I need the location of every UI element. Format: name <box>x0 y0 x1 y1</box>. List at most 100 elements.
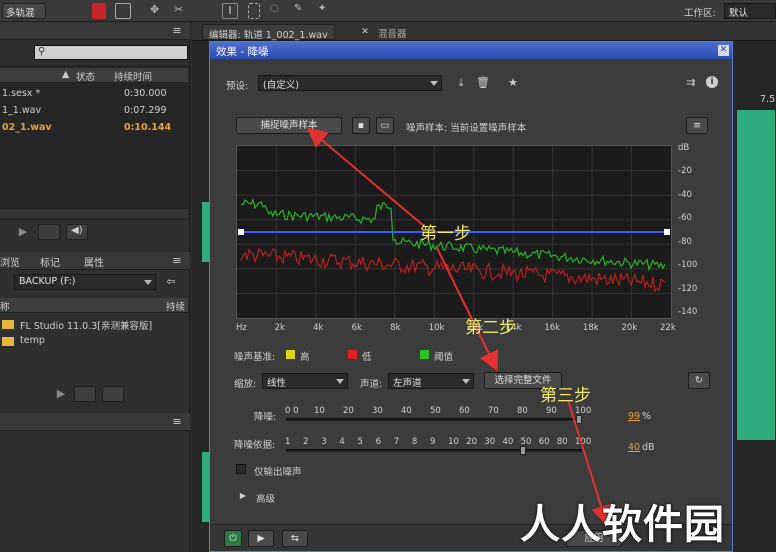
marquee-tool-icon[interactable] <box>248 3 260 19</box>
slider-tick-label: 9 <box>430 437 436 447</box>
file-row-selected[interactable]: 02_1.wav 0:10.144 <box>0 120 188 136</box>
tab-browser[interactable]: 浏览 <box>0 254 20 269</box>
file-name: 02_1.wav <box>2 122 52 133</box>
load-noise-print-button[interactable]: ▭ <box>376 117 394 134</box>
graph-menu-button[interactable]: ≡ <box>686 117 708 134</box>
route-icon[interactable]: ⇉ <box>684 76 698 90</box>
tab-markers[interactable]: 标记 <box>40 254 60 269</box>
favorite-star-icon[interactable]: ★ <box>506 76 520 90</box>
folder-row[interactable]: FL Studio 11.0.3[亲测兼容版] <box>0 316 188 332</box>
loop-button[interactable] <box>38 224 60 240</box>
panel-menu-icon[interactable]: ≡ <box>170 254 184 268</box>
play-icon[interactable]: ▶ <box>16 225 30 239</box>
hz-tick-label: 4k <box>313 323 324 333</box>
legend-threshold-swatch <box>420 350 429 359</box>
tab-mixer[interactable]: 混音器 <box>372 24 413 40</box>
dialog-title-bar[interactable]: 效果 - 降噪 <box>210 42 732 59</box>
file-row[interactable]: 1_1.wav 0:07.299 <box>0 103 188 119</box>
media-column-header: 称 持续 <box>0 298 188 313</box>
play-icon[interactable]: ▶ <box>54 387 68 401</box>
tab-properties[interactable]: 属性 <box>84 254 104 269</box>
duration-column-header[interactable]: 持续 <box>166 299 185 313</box>
loop-preview-button[interactable]: ⇆ <box>282 530 308 547</box>
status-column-header[interactable]: 状态 <box>76 69 95 83</box>
tab-editor[interactable]: 编辑器: 轨道 1_002_1.wav <box>202 24 335 41</box>
slider-tick-label: 80 <box>517 406 528 416</box>
files-toolbar: ▶ ◀) <box>0 220 188 244</box>
annotation-step2: 第二步 <box>465 318 516 338</box>
time-selection-tool-icon[interactable]: I <box>222 3 238 19</box>
advanced-label[interactable]: 高级 <box>256 491 275 505</box>
file-name: 1.sesx * <box>2 88 41 99</box>
legend-low-swatch <box>348 350 357 359</box>
drive-select[interactable]: BACKUP (F:) <box>14 274 156 290</box>
close-icon[interactable]: ✕ <box>718 45 729 56</box>
save-noise-print-button[interactable]: ▪ <box>352 117 370 134</box>
info-icon[interactable]: i <box>706 76 718 88</box>
db-tick-label: -100 <box>678 260 698 271</box>
search-icon: ⚲ <box>38 46 46 57</box>
slider-tick-label: 10 <box>314 406 325 416</box>
autoplay-button[interactable]: ◀) <box>66 224 88 240</box>
files-panel-header: ≡ <box>0 22 190 40</box>
watermark-text: 人人软件园 <box>520 502 725 548</box>
noise-sample-status: 噪声样本: 当前设置噪声样本 <box>406 123 527 134</box>
power-toggle-button[interactable]: ⏻ <box>224 530 242 547</box>
panel-menu-icon[interactable]: ≡ <box>170 415 184 429</box>
spot-healing-tool-icon[interactable]: ✦ <box>318 3 332 19</box>
back-arrow-icon[interactable]: ⇦ <box>164 275 178 289</box>
duration-column-header[interactable]: 持续时间 <box>114 69 152 83</box>
hz-tick-label: 20k <box>621 323 638 333</box>
close-icon[interactable]: ✕ <box>358 25 372 39</box>
spectral-toggle-icon[interactable] <box>92 3 106 19</box>
db-tick-label: -120 <box>678 283 698 294</box>
file-row[interactable]: 1.sesx * 0:30.000 <box>0 86 188 102</box>
ruler-value: 7.5 <box>760 94 776 105</box>
preset-select[interactable]: (自定义) <box>258 75 442 91</box>
preview-play-button[interactable]: ▶ <box>248 530 274 547</box>
razor-tool-icon[interactable]: ✂ <box>174 3 188 19</box>
workspace-select[interactable]: 默认 <box>724 3 776 19</box>
panel-menu-icon[interactable]: ≡ <box>170 24 184 38</box>
reduce-by-slider-knob[interactable] <box>520 446 527 455</box>
hz-tick-label: 2k <box>274 323 285 333</box>
scale-select[interactable]: 线性 <box>262 373 348 389</box>
sort-icon[interactable]: ▲ <box>62 69 69 80</box>
reduction-slider-knob[interactable] <box>576 415 583 424</box>
reduce-by-value[interactable]: 40 <box>628 442 640 453</box>
slider-tick-label: 80 <box>556 437 568 447</box>
reset-graph-button[interactable]: ↻ <box>688 372 710 389</box>
files-search-input[interactable]: ⚲ <box>34 45 188 60</box>
reduction-value[interactable]: 99 <box>628 411 640 422</box>
loop-button[interactable] <box>74 386 96 402</box>
move-tool-icon[interactable]: ✥ <box>150 3 164 19</box>
multitrack-button[interactable]: 多轨混音 <box>2 3 46 33</box>
channel-select[interactable]: 左声道 <box>388 373 474 389</box>
slider-tick-label: 20 <box>466 437 478 447</box>
waveform-right[interactable] <box>737 110 775 440</box>
slider-tick-label: 100 <box>575 437 592 447</box>
folder-icon <box>2 337 14 346</box>
brush-tool-icon[interactable]: ✎ <box>294 3 308 19</box>
db-tick-label: -40 <box>678 189 692 200</box>
files-scrollbar[interactable] <box>0 208 188 218</box>
slider-tick-label: 2 <box>303 437 309 447</box>
db-tick-label: -140 <box>678 307 698 317</box>
name-column-header[interactable]: 称 <box>0 299 10 313</box>
lasso-tool-icon[interactable]: ◌ <box>270 3 284 19</box>
speaker-icon: ◀) <box>71 225 83 236</box>
reduction-slider-track[interactable] <box>286 418 582 421</box>
output-noise-only-checkbox[interactable] <box>236 464 246 474</box>
slider-tick-label: 40 <box>401 406 412 416</box>
control-point-left <box>238 229 244 235</box>
autoplay-button[interactable] <box>102 386 124 402</box>
folder-row[interactable]: temp <box>0 333 188 349</box>
waveform-view-icon[interactable] <box>115 3 131 19</box>
capture-noise-print-button[interactable]: 捕捉噪声样本 <box>236 117 342 134</box>
save-preset-icon[interactable]: ⤓ <box>454 76 468 90</box>
delete-preset-icon[interactable]: 🗑 <box>476 76 490 90</box>
advanced-expand-icon[interactable]: ▶ <box>236 489 250 503</box>
reduce-by-slider-track[interactable] <box>286 449 582 452</box>
annotation-step1: 第一步 <box>420 224 471 244</box>
slider-tick-label: 90 <box>546 406 557 416</box>
